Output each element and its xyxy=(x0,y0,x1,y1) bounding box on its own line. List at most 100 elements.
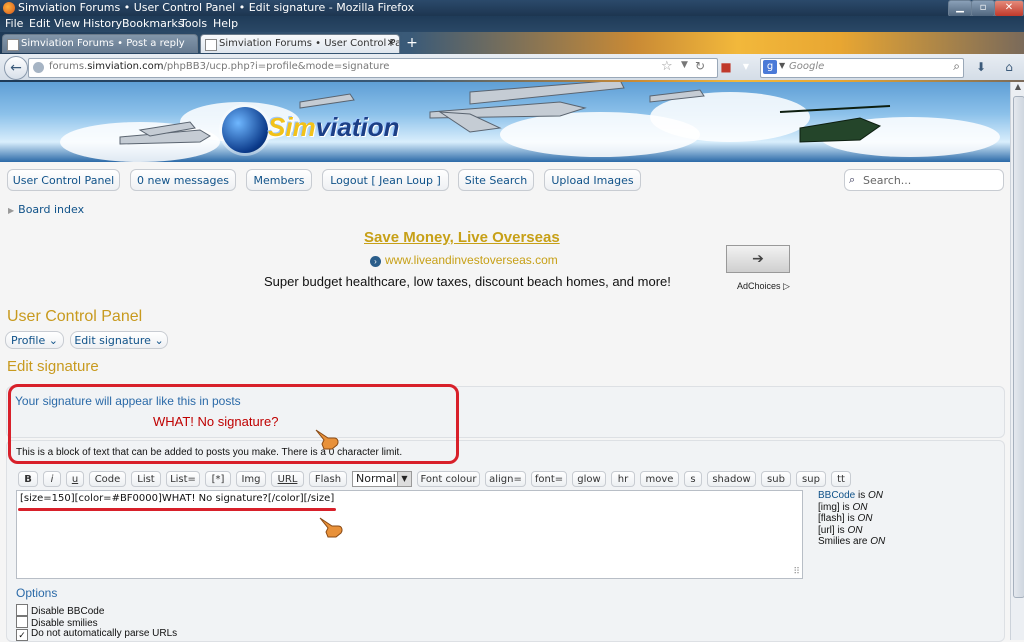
menu-help[interactable]: Help xyxy=(213,17,238,30)
annotation-red-underline xyxy=(18,508,336,511)
url-text: forums.simviation.com/phpBB3/ucp.php?i=p… xyxy=(49,61,390,72)
bold-button[interactable]: B xyxy=(18,471,38,487)
glow-button[interactable]: glow xyxy=(572,471,606,487)
font-colour-button[interactable]: Font colour xyxy=(417,471,480,487)
sup-button[interactable]: sup xyxy=(796,471,826,487)
browser-search-input[interactable]: g ▼ Google ⌕ xyxy=(760,58,964,78)
page-title: User Control Panel xyxy=(7,308,143,325)
scrollbar-thumb[interactable] xyxy=(1013,96,1024,598)
img-button[interactable]: Img xyxy=(236,471,266,487)
tab-profile[interactable]: Profile ⌄ xyxy=(5,331,64,349)
sub-button[interactable]: sub xyxy=(761,471,791,487)
list-button[interactable]: List xyxy=(131,471,161,487)
menu-edit[interactable]: Edit xyxy=(29,17,50,30)
tab-edit-signature[interactable]: Edit signature ⌄ xyxy=(70,331,168,349)
align-button[interactable]: align= xyxy=(485,471,526,487)
tab-post-reply[interactable]: Simviation Forums • Post a reply xyxy=(2,34,198,53)
strike-button[interactable]: s xyxy=(684,471,702,487)
downloads-icon[interactable]: ⬇ xyxy=(972,58,990,76)
hr-button[interactable]: hr xyxy=(611,471,635,487)
close-tab-icon[interactable]: ✕ xyxy=(387,35,395,53)
history-dropdown-icon[interactable]: ▼ xyxy=(681,60,688,70)
search-icon[interactable]: ⌕ xyxy=(953,59,960,74)
list-item-button[interactable]: [*] xyxy=(205,471,231,487)
url-button[interactable]: URL xyxy=(271,471,304,487)
maximize-button[interactable]: ▫ xyxy=(971,0,995,17)
code-button[interactable]: Code xyxy=(89,471,126,487)
annotation-red-box xyxy=(8,384,459,464)
nav-upload-images[interactable]: Upload Images xyxy=(544,169,641,191)
breadcrumb[interactable]: ▶ Board index xyxy=(8,203,84,216)
bbcode-status: BBCode is ON xyxy=(818,490,884,501)
tab-label: Simviation Forums • User Control Pa... xyxy=(219,38,400,49)
tab-user-control-panel[interactable]: Simviation Forums • User Control Pa... ✕ xyxy=(200,34,400,53)
simviation-logo[interactable]: Simviation xyxy=(268,112,399,143)
signature-textarea-value: [size=150][color=#BF0000]WHAT! No signat… xyxy=(20,493,335,504)
font-size-select[interactable]: Normal ▼ xyxy=(352,471,412,487)
minimize-button[interactable]: ▁ xyxy=(948,0,972,17)
search-engine-dropdown-icon[interactable]: ▼ xyxy=(779,61,785,70)
flash-status: [flash] is ON xyxy=(818,513,873,524)
nav-new-messages[interactable]: 0 new messages xyxy=(130,169,236,191)
nav-members[interactable]: Members xyxy=(246,169,312,191)
scroll-up-icon[interactable]: ▲ xyxy=(1012,82,1024,96)
site-search-input[interactable]: ⌕ Search... xyxy=(844,169,1004,191)
ad-arrow-button[interactable]: ➔ xyxy=(726,245,790,273)
bookmark-icon[interactable]: ■ xyxy=(718,58,734,76)
ad-title-link[interactable]: Save Money, Live Overseas xyxy=(364,229,560,246)
tab-label: Simviation Forums • Post a reply xyxy=(21,38,185,49)
checkbox-checked[interactable]: ✓ xyxy=(16,629,28,641)
breadcrumb-board-index[interactable]: Board index xyxy=(18,203,84,216)
url-status: [url] is ON xyxy=(818,525,863,536)
signature-textarea[interactable]: [size=150][color=#BF0000]WHAT! No signat… xyxy=(16,490,803,579)
underline-button[interactable]: u xyxy=(66,471,84,487)
move-button[interactable]: move xyxy=(640,471,679,487)
menu-file[interactable]: File xyxy=(5,17,23,30)
bbcode-faq-link[interactable]: BBCode xyxy=(818,490,855,501)
aircraft-illustration xyxy=(119,82,891,145)
shadow-button[interactable]: shadow xyxy=(707,471,756,487)
site-banner xyxy=(0,82,1010,162)
title-bar: Simviation Forums • User Control Panel •… xyxy=(0,0,1024,16)
site-identity-icon[interactable] xyxy=(33,62,44,73)
address-bar[interactable]: forums.simviation.com/phpBB3/ucp.php?i=p… xyxy=(28,58,718,78)
simviation-globe-logo[interactable] xyxy=(222,107,268,153)
img-status: [img] is ON xyxy=(818,502,868,513)
reload-icon[interactable]: ↻ xyxy=(695,59,705,73)
home-icon[interactable]: ⌂ xyxy=(1000,58,1018,76)
italic-button[interactable]: i xyxy=(43,471,61,487)
option-no-parse-urls[interactable]: ✓ Do not automatically parse URLs xyxy=(16,628,177,641)
nav-user-control-panel[interactable]: User Control Panel xyxy=(7,169,120,191)
nav-logout[interactable]: Logout [ Jean Loup ] xyxy=(322,169,449,191)
pointing-hand-icon xyxy=(319,517,343,538)
options-title: Options xyxy=(16,586,58,600)
chevron-down-icon: ▼ xyxy=(397,472,411,486)
checkbox[interactable] xyxy=(16,604,28,616)
menu-bookmarks[interactable]: Bookmarks xyxy=(122,17,183,30)
close-window-button[interactable]: ✕ xyxy=(994,0,1024,17)
tt-button[interactable]: tt xyxy=(831,471,851,487)
bookmark-dropdown-icon[interactable]: ▼ xyxy=(740,58,752,76)
resize-grip-icon[interactable]: ⠿ xyxy=(793,567,800,577)
page-scrollbar[interactable]: ▲ xyxy=(1010,82,1024,640)
menu-view[interactable]: View xyxy=(54,17,80,30)
site-search-placeholder: Search... xyxy=(863,174,912,187)
new-tab-button[interactable]: + xyxy=(403,34,421,52)
adchoices-link[interactable]: AdChoices ▷ xyxy=(737,281,790,292)
firefox-icon xyxy=(3,2,15,14)
tab-bar: Simviation Forums • Post a reply Simviat… xyxy=(0,32,1024,54)
font-button[interactable]: font= xyxy=(531,471,567,487)
checkbox[interactable] xyxy=(16,616,28,628)
list-ordered-button[interactable]: List= xyxy=(166,471,200,487)
search-icon: ⌕ xyxy=(849,173,856,186)
nav-site-search[interactable]: Site Search xyxy=(458,169,534,191)
back-button[interactable]: ← xyxy=(4,56,28,80)
breadcrumb-arrow-icon: ▶ xyxy=(8,206,15,215)
google-icon[interactable]: g xyxy=(763,60,777,74)
ad-url-link[interactable]: › www.liveandinvestoverseas.com xyxy=(370,253,558,267)
flash-button[interactable]: Flash xyxy=(309,471,347,487)
pointing-hand-icon xyxy=(315,429,339,450)
menu-tools[interactable]: Tools xyxy=(180,17,207,30)
menu-history[interactable]: History xyxy=(83,17,122,30)
bookmark-star-icon[interactable]: ☆ xyxy=(661,59,673,74)
